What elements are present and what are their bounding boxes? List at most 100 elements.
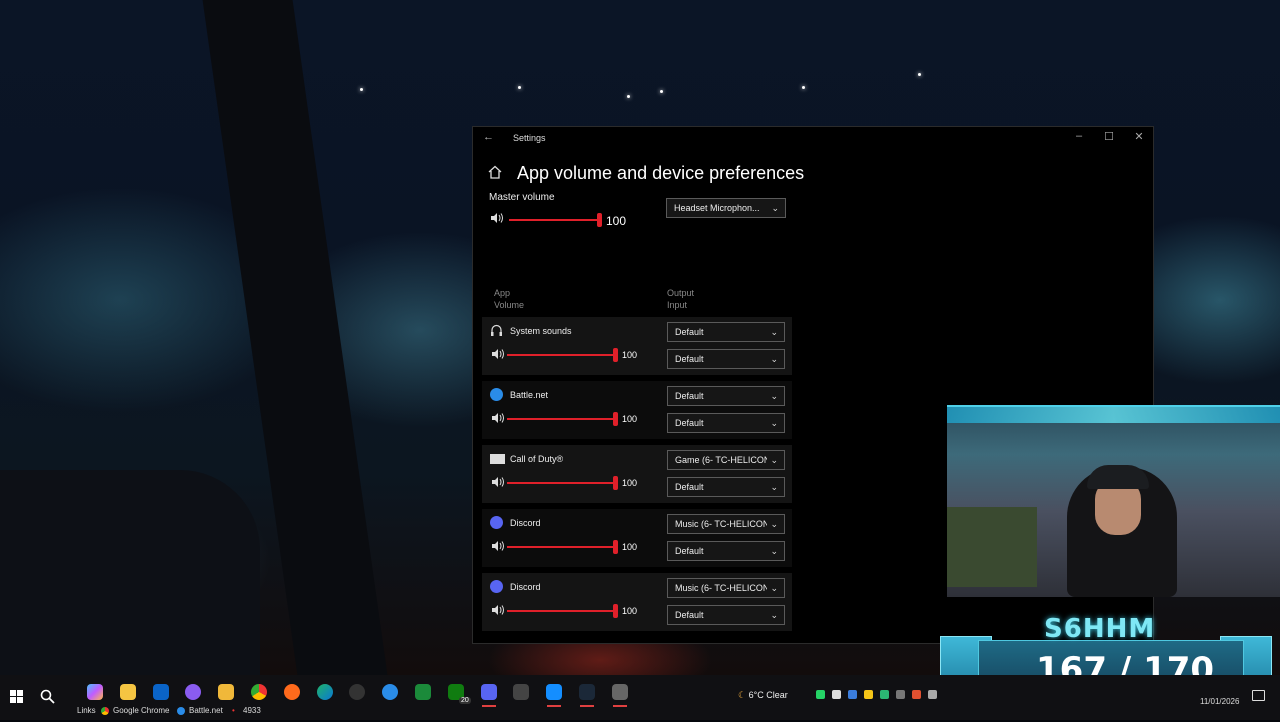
steam-taskbar-button[interactable] bbox=[574, 679, 600, 707]
home-icon[interactable] bbox=[487, 165, 503, 179]
app-volume-thumb[interactable] bbox=[613, 540, 618, 554]
link-battlenet[interactable]: Battle.net bbox=[189, 706, 223, 715]
app-name: System sounds bbox=[510, 326, 572, 336]
star bbox=[518, 86, 521, 89]
settings-taskbar-button[interactable] bbox=[607, 679, 633, 707]
chevron-down-icon: ⌄ bbox=[770, 455, 778, 465]
app-volume-slider[interactable] bbox=[507, 476, 618, 490]
output-device-value: Default bbox=[675, 391, 704, 401]
firefox-icon bbox=[283, 684, 300, 700]
input-device-value: Default bbox=[675, 418, 704, 428]
app-volume-slider[interactable] bbox=[507, 604, 618, 618]
output-device-dropdown[interactable]: Music (6- TC-HELICON ⌄ bbox=[667, 514, 785, 534]
sofa bbox=[947, 507, 1037, 587]
obs-taskbar-button[interactable] bbox=[344, 679, 370, 705]
chevron-down-icon: ⌄ bbox=[770, 583, 778, 593]
copilot-taskbar-button[interactable] bbox=[82, 679, 108, 705]
cortana-taskbar-button[interactable] bbox=[180, 679, 206, 705]
app-volume-thumb[interactable] bbox=[613, 476, 618, 490]
input-device-dropdown[interactable]: Default ⌄ bbox=[667, 605, 785, 625]
battlenet-launcher-taskbar-button[interactable] bbox=[541, 679, 567, 707]
speaker-icon bbox=[491, 213, 503, 223]
speaker-icon bbox=[492, 477, 504, 487]
chevron-down-icon: ⌄ bbox=[771, 203, 779, 213]
outlook-taskbar-button[interactable] bbox=[148, 679, 174, 705]
pycharm-taskbar-button[interactable] bbox=[410, 679, 436, 705]
link-counter[interactable]: 4933 bbox=[243, 706, 261, 715]
app-volume-value: 100 bbox=[622, 414, 638, 424]
webcam-overlay bbox=[947, 405, 1280, 597]
clock-date[interactable]: 11/01/2026 bbox=[1200, 697, 1239, 706]
discord-taskbar-button[interactable] bbox=[476, 679, 502, 707]
close-button[interactable]: ✕ bbox=[1129, 130, 1149, 143]
xbox-taskbar-button[interactable]: 20 bbox=[443, 679, 471, 705]
input-device-dropdown[interactable]: Default ⌄ bbox=[667, 541, 785, 561]
counter-icon: • bbox=[232, 706, 235, 715]
weather-widget[interactable]: ☾ 6°C Clear bbox=[738, 690, 788, 701]
weather-temp: 6°C bbox=[748, 690, 764, 700]
chrome-icon bbox=[101, 707, 109, 715]
tray-app-icon[interactable] bbox=[896, 690, 905, 699]
output-device-dropdown[interactable]: Game (6- TC-HELICON ⌄ bbox=[667, 450, 785, 470]
store-taskbar-button[interactable] bbox=[115, 679, 141, 705]
app-name: Discord bbox=[510, 582, 541, 592]
headphones-icon bbox=[490, 324, 503, 337]
output-device-dropdown[interactable]: Music (6- TC-HELICON ⌄ bbox=[667, 578, 785, 598]
output-device-dropdown[interactable]: Default ⌄ bbox=[667, 386, 785, 406]
app-row: Discord 100 Music (6- TC-HELICON ⌄ Defau… bbox=[482, 573, 792, 631]
chrome-icon bbox=[251, 684, 267, 700]
maximize-button[interactable]: ☐ bbox=[1099, 130, 1119, 143]
steam-tray-icon[interactable] bbox=[928, 690, 937, 699]
output-device-value: Game (6- TC-HELICON bbox=[675, 455, 767, 465]
back-arrow-icon[interactable]: ← bbox=[483, 131, 494, 143]
links-label: Links bbox=[77, 706, 96, 715]
moon-icon: ☾ bbox=[738, 690, 747, 700]
notion-icon[interactable] bbox=[832, 690, 841, 699]
input-device-dropdown[interactable]: Default ⌄ bbox=[667, 349, 785, 369]
chrome-taskbar-button[interactable] bbox=[246, 679, 272, 705]
tray-app-icon[interactable] bbox=[864, 690, 873, 699]
output-device-dropdown[interactable]: Default ⌄ bbox=[667, 322, 785, 342]
tray-app-icon[interactable] bbox=[880, 690, 889, 699]
app-volume-slider[interactable] bbox=[507, 540, 618, 554]
master-device-dropdown[interactable]: Headset Microphon... ⌄ bbox=[666, 198, 786, 218]
app-volume-thumb[interactable] bbox=[613, 412, 618, 426]
chevron-down-icon: ⌄ bbox=[770, 391, 778, 401]
app-volume-slider[interactable] bbox=[507, 348, 618, 362]
column-header-app: App Volume bbox=[494, 288, 525, 310]
file-explorer-taskbar-button[interactable] bbox=[213, 679, 239, 705]
page-title: App volume and device preferences bbox=[517, 163, 805, 183]
star bbox=[660, 90, 663, 93]
terminal-taskbar-button[interactable] bbox=[508, 679, 534, 705]
app-row: Discord 100 Music (6- TC-HELICON ⌄ Defau… bbox=[482, 509, 792, 567]
input-device-dropdown[interactable]: Default ⌄ bbox=[667, 477, 785, 497]
input-device-dropdown[interactable]: Default ⌄ bbox=[667, 413, 785, 433]
master-volume-label: Master volume bbox=[489, 192, 555, 203]
chevron-down-icon: ⌄ bbox=[770, 418, 778, 428]
minimize-button[interactable]: – bbox=[1069, 130, 1089, 142]
input-device-value: Default bbox=[675, 546, 704, 556]
link-google-chrome[interactable]: Google Chrome bbox=[113, 706, 169, 715]
tray-app-icon[interactable] bbox=[912, 690, 921, 699]
edge-taskbar-button[interactable] bbox=[312, 679, 338, 705]
firefox-taskbar-button[interactable] bbox=[279, 679, 305, 705]
tray-app-icon[interactable] bbox=[848, 690, 857, 699]
battlenet-taskbar-button[interactable] bbox=[377, 679, 403, 705]
weather-text: Clear bbox=[766, 690, 788, 700]
speaker-icon bbox=[492, 413, 504, 423]
app-row: Call of Duty® 100 Game (6- TC-HELICON ⌄ … bbox=[482, 445, 792, 503]
master-device-value: Headset Microphon... bbox=[674, 203, 760, 213]
app-name: Call of Duty® bbox=[510, 454, 564, 464]
notification-icon[interactable] bbox=[1252, 690, 1265, 701]
app-volume-thumb[interactable] bbox=[613, 348, 618, 362]
app-volume-fill bbox=[507, 418, 615, 420]
star bbox=[360, 88, 363, 91]
app-volume-value: 100 bbox=[622, 542, 638, 552]
master-volume-thumb[interactable] bbox=[597, 213, 602, 227]
app-volume-thumb[interactable] bbox=[613, 604, 618, 618]
battlenet-icon bbox=[382, 684, 399, 700]
master-volume-slider[interactable] bbox=[509, 213, 602, 227]
whatsapp-icon[interactable] bbox=[816, 690, 825, 699]
steam-icon bbox=[579, 684, 595, 700]
app-volume-slider[interactable] bbox=[507, 412, 618, 426]
